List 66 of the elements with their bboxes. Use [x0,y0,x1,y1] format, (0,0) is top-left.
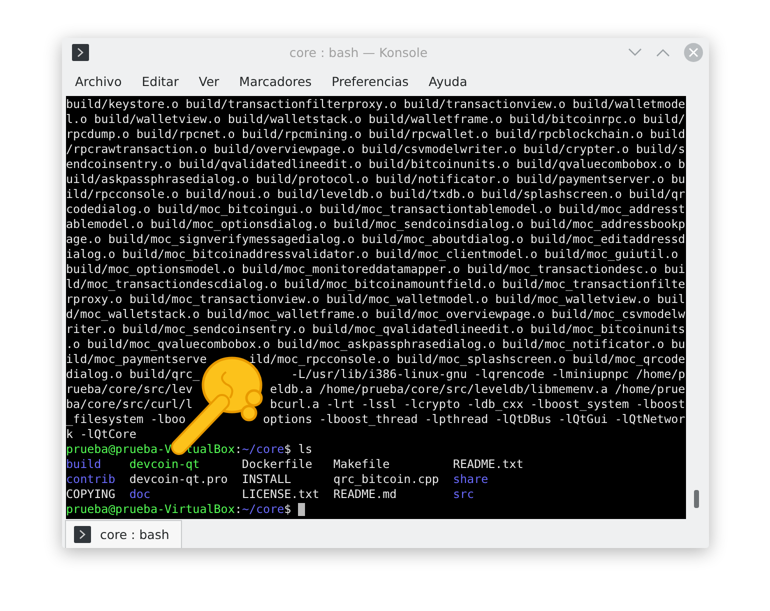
terminal-text: rproxy.o build/moc_transactionview.o build/moc_walletmodel.o build/moc_walletview.o buil [66,292,686,307]
file-name: Makefile [333,457,391,472]
close-icon[interactable] [684,42,703,62]
terminal-text: build/moc_optionsmodel.o build/moc_monitoreddatamapper.o build/moc_transactiondesc.o bui [66,262,686,277]
menu-item[interactable]: Archivo [68,74,129,88]
file-name: README.md [333,487,398,502]
terminal-icon [72,44,89,60]
menu-item[interactable]: Marcadores [232,74,319,88]
terminal-text: dialog.o build/qrc_ [66,367,200,382]
terminal-text: riter.o build/moc_sendcoinsentry.o build/moc_qvalidatedlineedit.o build/moc_bitcoinunits [66,322,686,337]
prompt-path: ~/core [242,442,284,457]
menu-item[interactable]: Ver [192,74,226,88]
prompt-separator: : [234,502,242,517]
terminal-icon [74,526,91,543]
menu-item[interactable]: Ayuda [422,74,474,88]
terminal-text: d/moc_walletstack.o build/moc_walletframe.o build/moc_overviewpage.o build/moc_csvmodelw [66,307,686,322]
terminal-text: l.o build/walletview.o build/walletstack.o build/walletframe.o build/bitcoinrpc.o build/ [66,112,686,127]
terminal-text: .o build/moc_qvaluecombobox.o build/moc_askpassphrasedialog.o build/moc_notificator.o bu [66,337,686,352]
terminal-text: age.o build/moc_signverifymessagedialog.o build/moc_aboutdialog.o build/moc_editaddressd [66,232,686,247]
terminal-text: _filesystem -lboo [66,412,186,427]
file-name: contrib [66,472,116,487]
terminal-text: /rpcrawtransaction.o build/overviewpage.o build/csvmodelwriter.o build/crypter.o build/s [66,142,686,157]
prompt-user-host: prueba@prueba-V [66,442,172,457]
file-name: devcoin-qt [129,457,201,472]
terminal-text: rpcdump.o build/rpcnet.o build/rpcmining.o build/rpcwallet.o build/rpcblockchain.o build [66,127,686,142]
scrollbar-thumb[interactable] [694,490,699,508]
file-name: Dockerfile [242,457,314,472]
file-name: share [452,472,490,487]
menu-item[interactable]: Preferencias [324,74,416,88]
terminal-text: uild/askpassphrasedialog.o build/protocol.o build/notificator.o build/paymentserver.o bu [66,172,686,187]
terminal-text: rueba/core/src/lev [66,382,193,397]
terminal-text: ialog.o build/moc_bitcoinaddressvalidator.o build/moc_clientmodel.o build/moc_guiutil.o [66,247,678,262]
terminal-text: ild/moc_rpcconsole.o build/moc_splashscreen.o build/moc_qrcode [248,352,686,367]
maximize-icon[interactable] [656,48,670,56]
terminal-text: k -lQtCore [66,427,136,442]
terminal-text: -L/usr/lib/i386-linux-gnu -lqrencode -lminiupnpc /home/p [291,367,686,382]
terminal-text: options -lboost_thread -lpthread -lQtDBus -lQtGui -lQtNetwor [263,412,686,427]
prompt-separator: : [234,442,242,457]
terminal-text: ld/moc_transactiondescdialog.o build/moc_bitcoinamountfield.o build/moc_transactionfilte [66,277,686,292]
terminal-text: endcoinsentry.o build/qvalidatedlineedit.o build/bitcoinunits.o build/qvaluecombobox.o b [66,157,686,172]
prompt-user-host: prueba@prueba-VirtualBox [66,502,235,517]
file-name: doc [129,487,152,502]
menu-item[interactable]: Editar [134,74,186,88]
file-name: qrc_bitcoin.cpp [333,472,440,487]
terminal-text: build/keystore.o build/transactionfilterproxy.o build/transactionview.o build/walletmode [66,97,686,112]
file-name: COPYING [66,487,116,502]
terminal-text: bcurl.a -lrt -lssl -lcrypto -ldb_cxx -lboost_system -lboost [270,397,686,412]
terminal-tab[interactable]: core : bash [65,520,182,548]
terminal-text: ild/moc_paymentserve [66,352,207,367]
terminal-text: codedialog.o build/moc_bitcoingui.o build/moc_transactiontablemodel.o build/moc_addresst [66,202,686,217]
window-title: core : bash — Konsole [288,44,429,60]
file-name: src [452,487,476,502]
file-name: LICENSE.txt [242,487,320,502]
file-name: README.txt [452,457,524,472]
prompt-command: $ ls [284,442,312,457]
file-name: devcoin-qt.pro [129,472,229,487]
terminal-text: eldb.a /home/prueba/core/src/leveldb/libmemenv.a /home/prue [270,382,686,397]
prompt-command: $ [284,502,292,517]
file-name: INSTALL [242,472,292,487]
file-name: build [66,457,102,472]
terminal-text: ild/rpcconsole.o build/noui.o build/leveldb.o build/txdb.o build/splashscreen.o build/qr [66,187,686,202]
minimize-icon[interactable] [628,48,642,56]
terminal-text: ablemodel.o build/moc_optionsdialog.o build/moc_sendcoinsdialog.o build/moc_addressbookp [66,217,686,232]
terminal-text: ba/core/src/curl/l [66,397,193,412]
prompt-user-host: tualBox [186,442,235,457]
prompt-path: ~/core [242,502,284,517]
